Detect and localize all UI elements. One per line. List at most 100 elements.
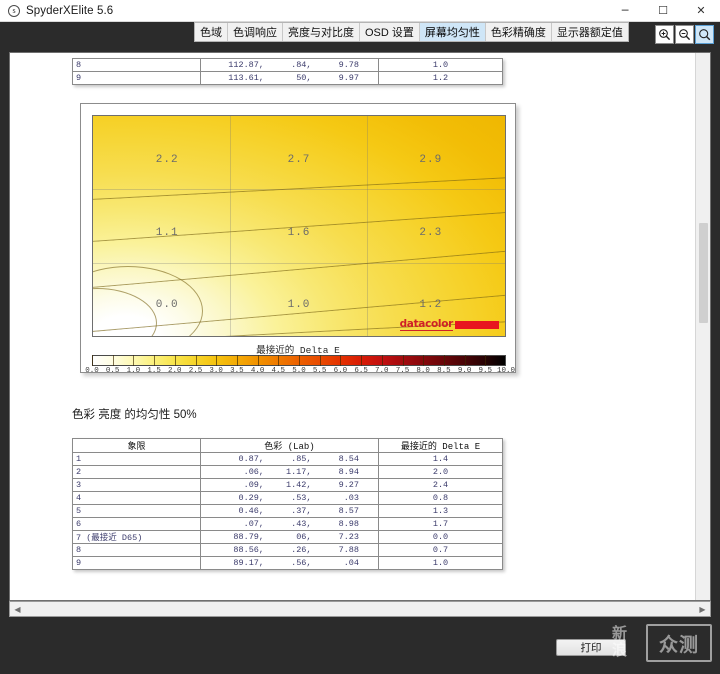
lab-b: 8.57 [338, 506, 359, 516]
table-row: 7 (最接近 D65) 88.79, 06, 7.23 0.0 [72, 530, 503, 544]
scroll-right-arrow[interactable]: ▶ [695, 602, 710, 616]
lab-a: .26, [291, 545, 312, 555]
cell-quadrant: 2 [72, 465, 201, 479]
lab-l: 112.87, [228, 60, 264, 70]
lab-b: 8.54 [338, 454, 359, 464]
cell-delta-e: 2.0 [378, 465, 503, 479]
cell-quadrant: 9 [72, 71, 201, 85]
legend-tick [236, 355, 238, 366]
heatmap-value: 0.0 [155, 299, 179, 312]
top-partial-table: 8 112.87, .84, 9.78 1.0 9 113.61, 50, 9.… [72, 58, 503, 85]
cell-lab: 88.79, 06, 7.23 [200, 530, 379, 544]
cell-lab: 89.17, .56, .04 [200, 556, 379, 570]
legend-tick [319, 355, 321, 366]
tab-color-accuracy[interactable]: 色彩精确度 [485, 23, 552, 41]
cell-lab: 112.87, .84, 9.78 [200, 58, 379, 72]
table-header-row: 象限 色彩 (Lab) 最接近的 Delta E [72, 438, 503, 453]
lab-a: 1.17, [285, 467, 312, 477]
cell-delta-e: 2.4 [378, 478, 503, 492]
cell-lab: 0.87, .85, 8.54 [200, 452, 379, 466]
legend-tick [216, 355, 218, 366]
heatmap-value: 2.9 [419, 154, 443, 166]
cell-delta-e: 1.3 [378, 504, 503, 518]
report-page: 8 112.87, .84, 9.78 1.0 9 113.61, 50, 9.… [10, 53, 696, 600]
cell-quadrant: 8 [72, 58, 201, 72]
cell-lab: .07, .43, 8.98 [200, 517, 379, 531]
zoom-fit-button[interactable] [695, 25, 714, 44]
minimize-button[interactable]: ─ [606, 0, 644, 22]
lab-b: 7.88 [338, 545, 359, 555]
tab-color-gamut[interactable]: 色域 [195, 23, 228, 41]
legend-tick-label: 0.0 [85, 367, 99, 375]
tab-osd-settings[interactable]: OSD 设置 [360, 23, 420, 41]
lab-a: .53, [291, 493, 312, 503]
legend-labels: 0.0 0.5 1.0 1.5 2.0 2.5 3.0 3.5 4.0 4.5 5.0 5.5 6.0 6… [85, 367, 515, 378]
zoom-out-button[interactable] [675, 25, 694, 44]
lab-b: 9.78 [338, 60, 359, 70]
heatmap-value: 1.1 [155, 226, 179, 239]
legend-tick-label: 3.5 [230, 367, 244, 375]
legend-tick [464, 355, 466, 366]
heatmap-value: 2.3 [419, 226, 443, 239]
lab-l: 89.17, [233, 558, 264, 568]
cell-quadrant: 9 [72, 556, 201, 570]
table-row: 8 112.87, .84, 9.78 1.0 [72, 58, 503, 72]
cell-delta-e: 1.0 [378, 58, 503, 72]
legend-tick-label: 1.5 [147, 367, 161, 375]
tab-screen-uniformity[interactable]: 屏幕均匀性 [419, 23, 486, 41]
lab-b: 8.98 [338, 519, 359, 529]
legend-tick [299, 355, 300, 366]
section-title: 色彩 亮度 的均匀性 50% [72, 409, 197, 421]
lab-l: 0.87, [238, 454, 264, 464]
lab-l: 113.61, [228, 73, 264, 83]
table-row: 6 .07, .43, 8.98 1.7 [72, 517, 503, 531]
watermark: 新 浪 众测 [612, 624, 714, 668]
legend-tick [278, 355, 280, 366]
tab-brightness-contrast[interactable]: 亮度与对比度 [283, 23, 360, 41]
lab-b: 8.94 [338, 467, 359, 477]
zoom-button-group [655, 25, 714, 44]
lab-l: 0.29, [238, 493, 264, 503]
zoom-in-button[interactable] [655, 25, 674, 44]
legend-tick-label: 5.5 [312, 367, 327, 375]
horizontal-scrollbar[interactable]: ◀ ▶ [9, 601, 711, 617]
vertical-scrollbar-thumb[interactable] [699, 223, 708, 323]
close-button[interactable]: ✕ [682, 0, 720, 22]
legend-tick [174, 355, 176, 366]
tab-display-rating[interactable]: 显示器额定值 [551, 23, 628, 41]
cell-quadrant: 8 [72, 543, 201, 557]
legend-tick [112, 355, 114, 366]
legend-tick-label: 6.0 [333, 367, 348, 375]
cell-delta-e: 1.0 [378, 556, 503, 570]
tab-tone-response[interactable]: 色调响应 [228, 23, 283, 41]
cell-quadrant: 7 (最接近 D65) [72, 530, 201, 544]
lab-l: 0.46, [238, 506, 264, 516]
legend-tick [133, 355, 135, 366]
lab-l: .06, [243, 467, 264, 477]
zoom-out-icon [679, 29, 691, 41]
lab-a: .56, [291, 558, 312, 568]
window-controls: ─ ☐ ✕ [606, 0, 720, 22]
uniformity-table: 象限 色彩 (Lab) 最接近的 Delta E 1 0.87, .85, 8.54 1… [72, 438, 503, 570]
legend-tick-label: 6.5 [354, 367, 368, 375]
scroll-left-arrow[interactable]: ◀ [10, 602, 25, 616]
title-bar: s SpyderXElite 5.6 ─ ☐ ✕ [0, 0, 720, 22]
heatmap-value: 1.2 [419, 299, 443, 312]
cell-quadrant: 4 [72, 491, 201, 505]
table-body: 1 0.87, .85, 8.54 1.4 2 .06, 1.17, 8.94 2.0 3 .09, 1… [72, 452, 503, 570]
cell-quadrant: 5 [72, 504, 201, 518]
lab-l: 88.56, [233, 545, 264, 555]
legend-tick-label: 2.0 [168, 367, 182, 375]
header-delta-e: 最接近的 Delta E [378, 438, 503, 453]
legend-tick-label: 5.0 [292, 367, 306, 375]
legend-tick [154, 355, 156, 366]
watermark-box: 众测 [646, 624, 712, 662]
maximize-button[interactable]: ☐ [644, 0, 682, 22]
datacolor-logo: datacolor [399, 318, 499, 331]
legend-tick-label: 1.0 [126, 367, 141, 375]
zoom-in-icon [659, 29, 671, 41]
watermark-text: 新 浪 [612, 624, 628, 659]
vertical-scrollbar[interactable] [695, 53, 710, 600]
datacolor-wordmark: datacolor [399, 318, 453, 331]
legend-tick-label: 7.0 [375, 367, 389, 375]
